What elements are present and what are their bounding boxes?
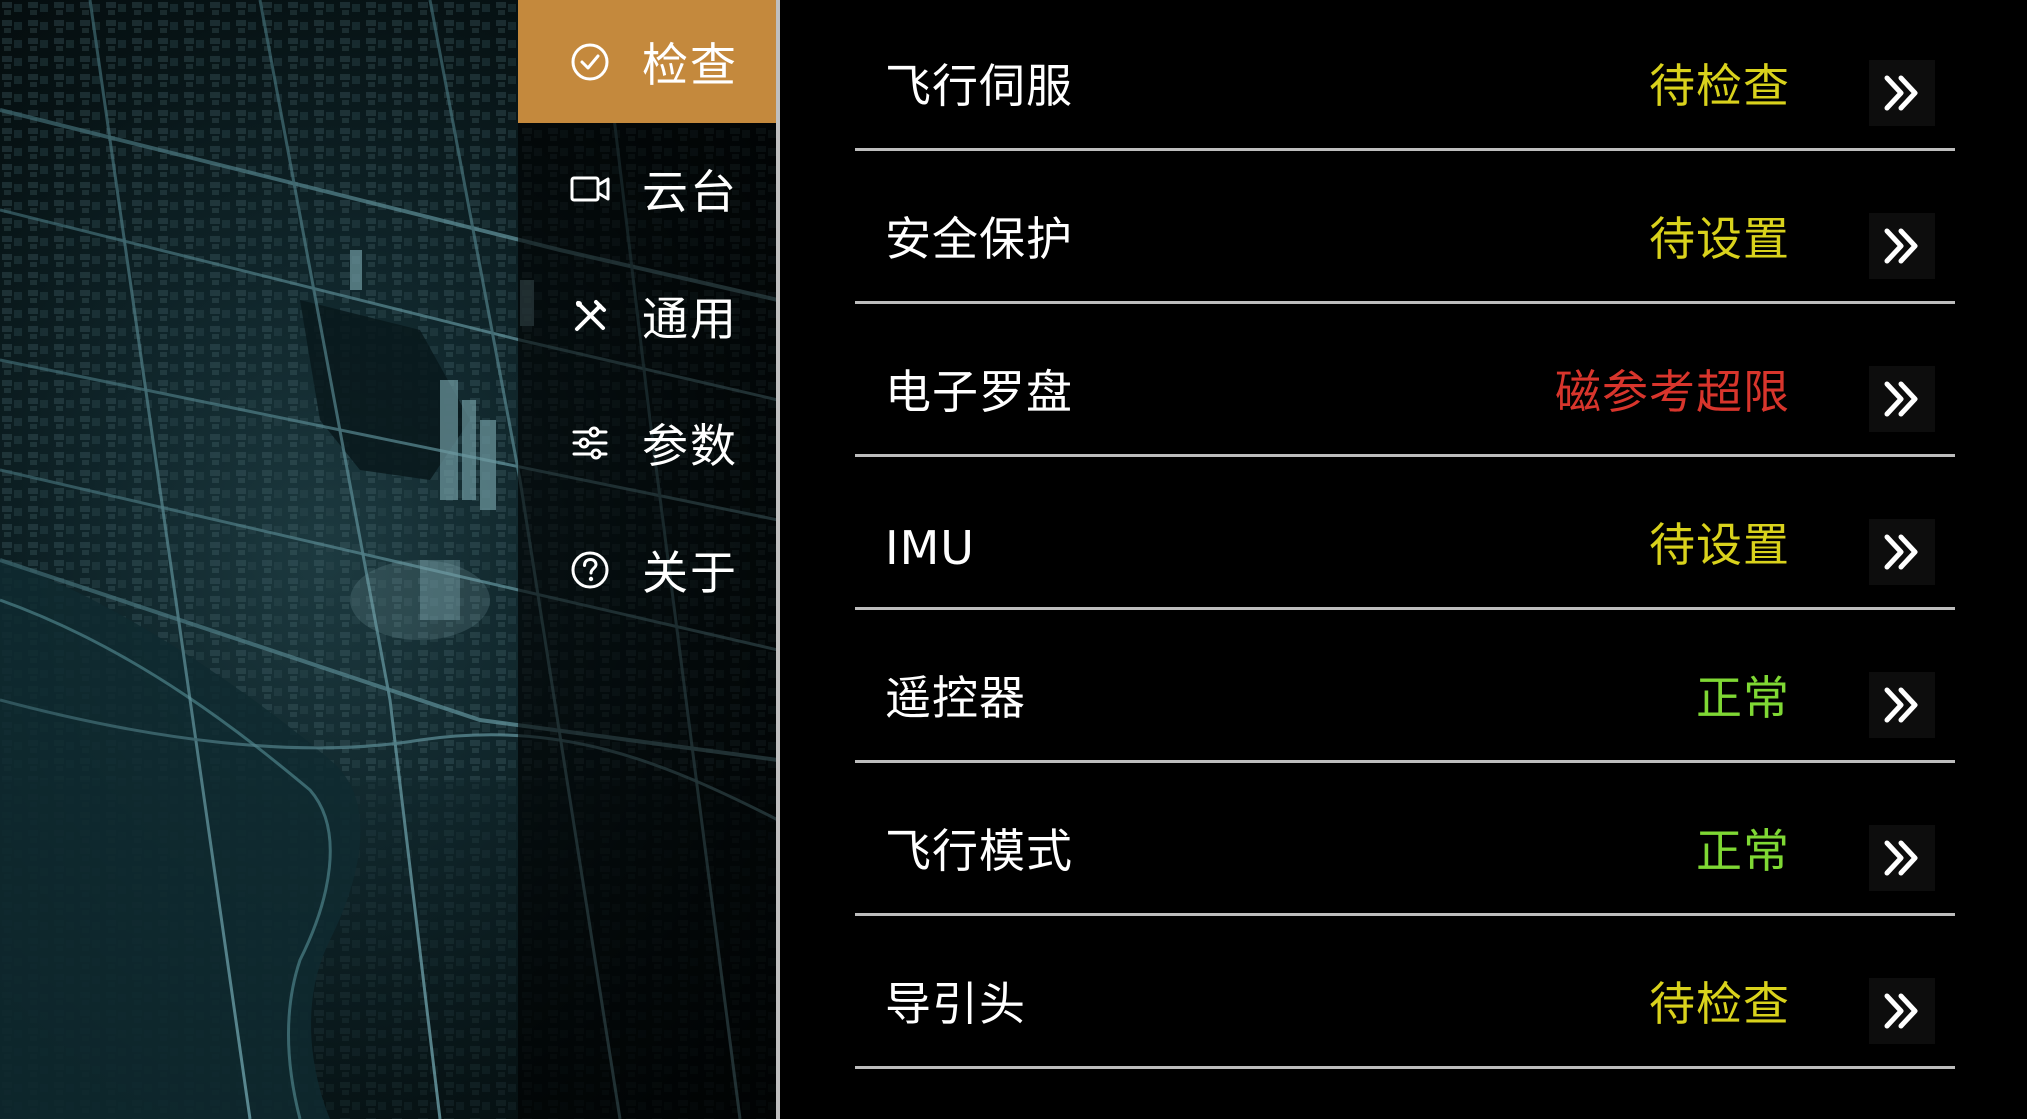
check-circle-icon <box>568 40 612 84</box>
check-status: 磁参考超限 <box>1555 365 1790 419</box>
check-name: 导引头 <box>885 977 1026 1031</box>
menu-item-label: 通用 <box>642 291 738 346</box>
vertical-divider <box>776 0 780 1119</box>
help-circle-icon <box>568 548 612 592</box>
double-chevron-right-icon[interactable] <box>1869 60 1935 126</box>
check-name: 电子罗盘 <box>885 365 1073 419</box>
check-status: 待设置 <box>1649 518 1790 572</box>
menu-item-gimbal[interactable]: 云台 <box>518 127 776 250</box>
double-chevron-right-icon[interactable] <box>1869 672 1935 738</box>
check-row[interactable]: 电子罗盘 磁参考超限 <box>855 306 1955 457</box>
double-chevron-right-icon[interactable] <box>1869 825 1935 891</box>
tools-icon <box>568 294 612 338</box>
check-name: 安全保护 <box>885 212 1073 266</box>
menu-item-check[interactable]: 检查 <box>518 0 776 123</box>
check-name: 飞行伺服 <box>885 59 1073 113</box>
sliders-icon <box>568 421 612 465</box>
check-row[interactable]: 飞行模式 正常 <box>855 765 1955 916</box>
double-chevron-right-icon[interactable] <box>1869 213 1935 279</box>
check-list: 飞行伺服 待检查 安全保护 待设置 电子罗盘 磁参考超限 IMU 待设置 遥控器 正常 飞行模式 正常… <box>855 0 1955 1071</box>
double-chevron-right-icon[interactable] <box>1869 978 1935 1044</box>
check-status: 正常 <box>1696 824 1790 878</box>
double-chevron-right-icon[interactable] <box>1869 519 1935 585</box>
check-row[interactable]: 安全保护 待设置 <box>855 153 1955 304</box>
check-status: 待设置 <box>1649 212 1790 266</box>
menu-item-label: 云台 <box>642 164 738 219</box>
check-row[interactable]: 导引头 待检查 <box>855 918 1955 1069</box>
menu-item-label: 检查 <box>642 37 738 92</box>
menu-item-label: 关于 <box>642 545 738 600</box>
menu-item-label: 参数 <box>642 418 738 473</box>
menu-item-general[interactable]: 通用 <box>518 254 776 377</box>
double-chevron-right-icon[interactable] <box>1869 366 1935 432</box>
check-name: 飞行模式 <box>885 824 1073 878</box>
check-name: 遥控器 <box>885 671 1026 725</box>
settings-screen: 检查 云台 通用 参数 关于 飞行伺服 待检查 安全保护 待设置 电子罗盘 磁参… <box>0 0 2027 1119</box>
menu-item-about[interactable]: 关于 <box>518 508 776 631</box>
check-name: IMU <box>885 521 975 575</box>
camera-icon <box>568 167 612 211</box>
check-status: 待检查 <box>1649 977 1790 1031</box>
check-row[interactable]: 遥控器 正常 <box>855 612 1955 763</box>
check-status: 正常 <box>1696 671 1790 725</box>
check-status: 待检查 <box>1649 59 1790 113</box>
check-row[interactable]: IMU 待设置 <box>855 459 1955 610</box>
side-menu: 检查 云台 通用 参数 关于 <box>518 0 776 635</box>
check-row[interactable]: 飞行伺服 待检查 <box>855 0 1955 151</box>
menu-item-params[interactable]: 参数 <box>518 381 776 504</box>
